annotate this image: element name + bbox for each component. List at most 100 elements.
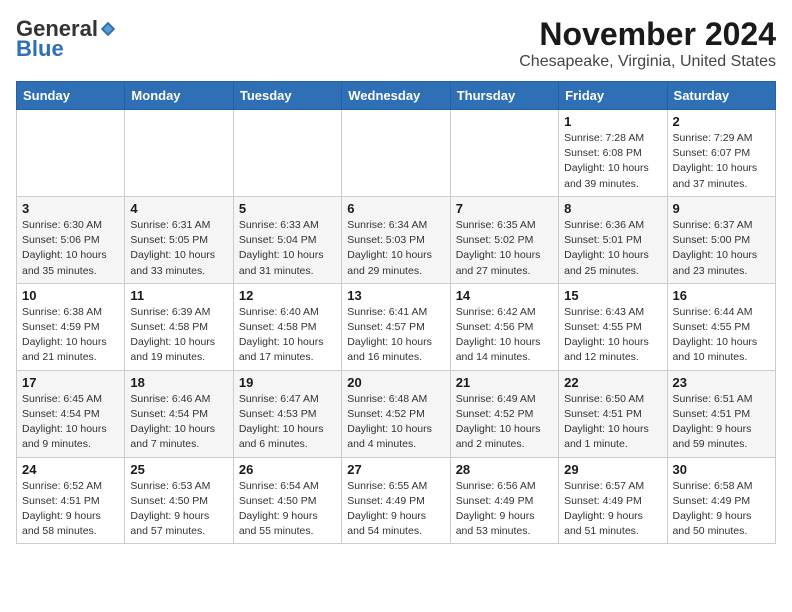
calendar-cell: 13 Sunrise: 6:41 AM Sunset: 4:57 PM Dayli… <box>342 283 450 370</box>
calendar-cell: 19 Sunrise: 6:47 AM Sunset: 4:53 PM Dayli… <box>233 370 341 457</box>
calendar-cell: 22 Sunrise: 6:50 AM Sunset: 4:51 PM Dayli… <box>559 370 667 457</box>
day-number: 15 <box>564 288 661 303</box>
day-number: 23 <box>673 375 770 390</box>
calendar-cell: 9Sunrise: 6:37 AM Sunset: 5:00 PM Daylig… <box>667 196 775 283</box>
calendar-week-row: 3Sunrise: 6:30 AM Sunset: 5:06 PM Daylig… <box>17 196 776 283</box>
day-number: 2 <box>673 114 770 129</box>
weekday-header: Monday <box>125 82 233 110</box>
calendar-week-row: 10 Sunrise: 6:38 AM Sunset: 4:59 PM Dayli… <box>17 283 776 370</box>
day-number: 14 <box>456 288 553 303</box>
day-info: Sunrise: 6:38 AM Sunset: 4:59 PM Dayligh… <box>22 305 119 366</box>
day-number: 11 <box>130 288 227 303</box>
location: Chesapeake, Virginia, United States <box>519 53 776 71</box>
day-info: Sunrise: 6:47 AM Sunset: 4:53 PM Dayligh… <box>239 392 336 453</box>
weekday-header: Saturday <box>667 82 775 110</box>
day-number: 18 <box>130 375 227 390</box>
day-number: 10 <box>22 288 119 303</box>
day-info: Sunrise: 6:42 AM Sunset: 4:56 PM Dayligh… <box>456 305 553 366</box>
logo-icon <box>99 20 117 38</box>
day-info: Sunrise: 6:43 AM Sunset: 4:55 PM Dayligh… <box>564 305 661 366</box>
calendar-cell: 28 Sunrise: 6:56 AM Sunset: 4:49 PM Dayli… <box>450 457 558 544</box>
day-number: 21 <box>456 375 553 390</box>
calendar-cell: 16 Sunrise: 6:44 AM Sunset: 4:55 PM Dayli… <box>667 283 775 370</box>
title-block: November 2024 Chesapeake, Virginia, Unit… <box>519 16 776 71</box>
weekday-header: Thursday <box>450 82 558 110</box>
day-info: Sunrise: 6:51 AM Sunset: 4:51 PM Dayligh… <box>673 392 770 453</box>
calendar-cell <box>450 110 558 197</box>
calendar-header-row: SundayMondayTuesdayWednesdayThursdayFrid… <box>17 82 776 110</box>
calendar-cell: 6 Sunrise: 6:34 AM Sunset: 5:03 PM Daylig… <box>342 196 450 283</box>
calendar-cell: 20Sunrise: 6:48 AM Sunset: 4:52 PM Dayli… <box>342 370 450 457</box>
day-info: Sunrise: 6:30 AM Sunset: 5:06 PM Dayligh… <box>22 218 119 279</box>
calendar-week-row: 17Sunrise: 6:45 AM Sunset: 4:54 PM Dayli… <box>17 370 776 457</box>
calendar-cell: 10 Sunrise: 6:38 AM Sunset: 4:59 PM Dayli… <box>17 283 125 370</box>
day-number: 8 <box>564 201 661 216</box>
day-info: Sunrise: 6:41 AM Sunset: 4:57 PM Dayligh… <box>347 305 444 366</box>
day-number: 22 <box>564 375 661 390</box>
logo-blue: Blue <box>16 36 64 62</box>
weekday-header: Friday <box>559 82 667 110</box>
day-info: Sunrise: 6:57 AM Sunset: 4:49 PM Dayligh… <box>564 479 661 540</box>
day-number: 30 <box>673 462 770 477</box>
calendar-week-row: 1Sunrise: 7:28 AM Sunset: 6:08 PM Daylig… <box>17 110 776 197</box>
calendar-cell: 21Sunrise: 6:49 AM Sunset: 4:52 PM Dayli… <box>450 370 558 457</box>
calendar-cell: 8 Sunrise: 6:36 AM Sunset: 5:01 PM Daylig… <box>559 196 667 283</box>
day-info: Sunrise: 6:54 AM Sunset: 4:50 PM Dayligh… <box>239 479 336 540</box>
day-number: 25 <box>130 462 227 477</box>
calendar-cell: 17Sunrise: 6:45 AM Sunset: 4:54 PM Dayli… <box>17 370 125 457</box>
calendar-cell: 27 Sunrise: 6:55 AM Sunset: 4:49 PM Dayli… <box>342 457 450 544</box>
day-info: Sunrise: 6:44 AM Sunset: 4:55 PM Dayligh… <box>673 305 770 366</box>
day-number: 16 <box>673 288 770 303</box>
day-info: Sunrise: 6:48 AM Sunset: 4:52 PM Dayligh… <box>347 392 444 453</box>
day-info: Sunrise: 6:35 AM Sunset: 5:02 PM Dayligh… <box>456 218 553 279</box>
calendar-cell <box>233 110 341 197</box>
calendar-cell: 15 Sunrise: 6:43 AM Sunset: 4:55 PM Dayli… <box>559 283 667 370</box>
calendar-cell: 4Sunrise: 6:31 AM Sunset: 5:05 PM Daylig… <box>125 196 233 283</box>
calendar-cell: 7 Sunrise: 6:35 AM Sunset: 5:02 PM Daylig… <box>450 196 558 283</box>
weekday-header: Sunday <box>17 82 125 110</box>
page-header: General Blue November 2024 Chesapeake, V… <box>16 16 776 71</box>
month-title: November 2024 <box>519 16 776 53</box>
calendar-cell: 25 Sunrise: 6:53 AM Sunset: 4:50 PM Dayli… <box>125 457 233 544</box>
day-info: Sunrise: 6:36 AM Sunset: 5:01 PM Dayligh… <box>564 218 661 279</box>
calendar-cell: 23 Sunrise: 6:51 AM Sunset: 4:51 PM Dayli… <box>667 370 775 457</box>
logo: General Blue <box>16 16 117 62</box>
day-info: Sunrise: 6:37 AM Sunset: 5:00 PM Dayligh… <box>673 218 770 279</box>
day-info: Sunrise: 6:31 AM Sunset: 5:05 PM Dayligh… <box>130 218 227 279</box>
day-info: Sunrise: 6:52 AM Sunset: 4:51 PM Dayligh… <box>22 479 119 540</box>
day-info: Sunrise: 6:40 AM Sunset: 4:58 PM Dayligh… <box>239 305 336 366</box>
day-number: 19 <box>239 375 336 390</box>
calendar-cell: 26 Sunrise: 6:54 AM Sunset: 4:50 PM Dayli… <box>233 457 341 544</box>
calendar-cell: 3Sunrise: 6:30 AM Sunset: 5:06 PM Daylig… <box>17 196 125 283</box>
calendar: SundayMondayTuesdayWednesdayThursdayFrid… <box>16 81 776 544</box>
day-info: Sunrise: 6:56 AM Sunset: 4:49 PM Dayligh… <box>456 479 553 540</box>
day-number: 7 <box>456 201 553 216</box>
day-info: Sunrise: 6:50 AM Sunset: 4:51 PM Dayligh… <box>564 392 661 453</box>
day-number: 13 <box>347 288 444 303</box>
calendar-cell: 12 Sunrise: 6:40 AM Sunset: 4:58 PM Dayli… <box>233 283 341 370</box>
day-info: Sunrise: 6:34 AM Sunset: 5:03 PM Dayligh… <box>347 218 444 279</box>
day-info: Sunrise: 6:58 AM Sunset: 4:49 PM Dayligh… <box>673 479 770 540</box>
weekday-header: Wednesday <box>342 82 450 110</box>
calendar-cell: 1Sunrise: 7:28 AM Sunset: 6:08 PM Daylig… <box>559 110 667 197</box>
day-number: 28 <box>456 462 553 477</box>
calendar-cell <box>17 110 125 197</box>
calendar-cell: 5 Sunrise: 6:33 AM Sunset: 5:04 PM Daylig… <box>233 196 341 283</box>
day-number: 24 <box>22 462 119 477</box>
day-number: 17 <box>22 375 119 390</box>
day-number: 26 <box>239 462 336 477</box>
day-info: Sunrise: 6:55 AM Sunset: 4:49 PM Dayligh… <box>347 479 444 540</box>
day-info: Sunrise: 6:53 AM Sunset: 4:50 PM Dayligh… <box>130 479 227 540</box>
day-number: 5 <box>239 201 336 216</box>
day-info: Sunrise: 6:39 AM Sunset: 4:58 PM Dayligh… <box>130 305 227 366</box>
day-number: 12 <box>239 288 336 303</box>
day-number: 27 <box>347 462 444 477</box>
day-info: Sunrise: 6:46 AM Sunset: 4:54 PM Dayligh… <box>130 392 227 453</box>
day-info: Sunrise: 7:29 AM Sunset: 6:07 PM Dayligh… <box>673 131 770 192</box>
calendar-cell: 29Sunrise: 6:57 AM Sunset: 4:49 PM Dayli… <box>559 457 667 544</box>
calendar-cell <box>125 110 233 197</box>
day-info: Sunrise: 6:33 AM Sunset: 5:04 PM Dayligh… <box>239 218 336 279</box>
day-info: Sunrise: 7:28 AM Sunset: 6:08 PM Dayligh… <box>564 131 661 192</box>
calendar-week-row: 24 Sunrise: 6:52 AM Sunset: 4:51 PM Dayli… <box>17 457 776 544</box>
day-number: 6 <box>347 201 444 216</box>
